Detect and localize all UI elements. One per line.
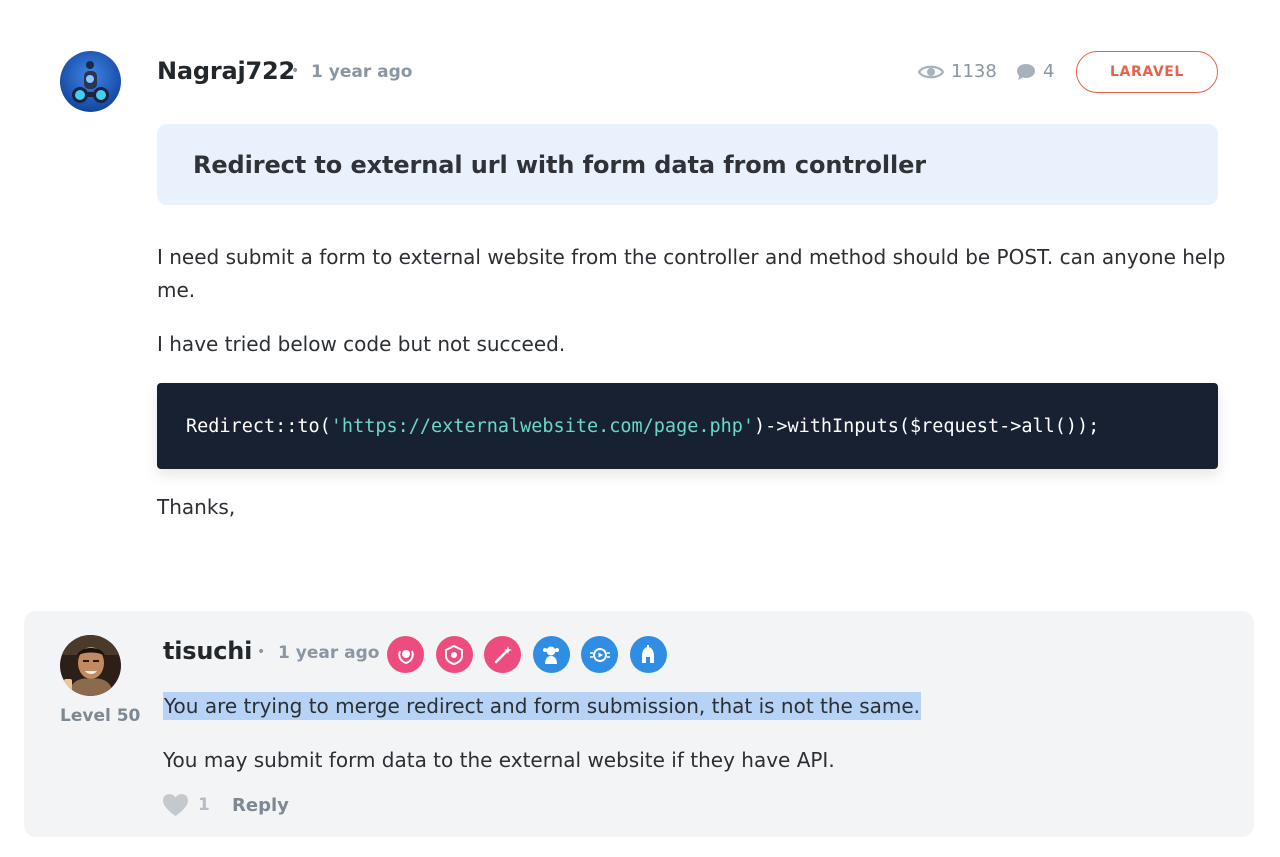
reply-text-paragraph: You may submit form data to the external… <box>163 748 835 772</box>
channel-tag-button[interactable]: LARAVEL <box>1076 51 1218 93</box>
like-count: 1 <box>198 795 210 815</box>
like-button[interactable]: 1 <box>162 793 210 817</box>
post-body-paragraph: I need submit a form to external website… <box>157 245 1226 302</box>
code-block: Redirect::to('https://externalwebsite.co… <box>157 383 1218 469</box>
code-string: 'https://externalwebsite.com/page.php' <box>330 415 755 437</box>
heart-icon <box>163 794 188 816</box>
separator-dot: • <box>291 63 300 79</box>
code-text: )->withInputs($request->all()); <box>754 415 1100 437</box>
views-value: 1138 <box>951 61 997 82</box>
spartan-helmet-badge-icon[interactable] <box>629 636 667 673</box>
reply-button[interactable]: Reply <box>232 795 289 816</box>
comment-icon <box>1017 63 1035 80</box>
replies-count: 4 <box>1016 61 1054 82</box>
reply-author-avatar[interactable] <box>60 635 121 696</box>
post-title: Redirect to external url with form data … <box>193 150 926 179</box>
replies-value: 4 <box>1043 61 1055 82</box>
reply-timestamp[interactable]: 1 year ago <box>278 643 379 663</box>
post-author-name[interactable]: Nagraj722 <box>157 57 295 85</box>
post-timestamp[interactable]: 1 year ago <box>311 62 412 82</box>
post-author-avatar[interactable] <box>60 51 121 112</box>
achievement-badges <box>387 636 667 673</box>
separator-dot: • <box>257 644 266 660</box>
laurel-badge-icon[interactable] <box>387 636 424 673</box>
views-count: 1138 <box>918 61 997 82</box>
reply-author-name[interactable]: tisuchi <box>163 637 252 665</box>
post-body-paragraph: Thanks, <box>157 495 236 519</box>
post-title-box: Redirect to external url with form data … <box>157 124 1218 205</box>
eye-icon <box>918 65 944 78</box>
reply-text-paragraph: You are trying to merge redirect and for… <box>163 692 922 720</box>
shield-badge-icon[interactable] <box>435 636 473 673</box>
character-badge-icon[interactable] <box>532 636 570 673</box>
play-badge-icon[interactable] <box>581 636 618 673</box>
code-text: Redirect::to( <box>186 415 331 437</box>
post-body-paragraph: I have tried below code but not succeed. <box>157 332 566 356</box>
magic-wand-badge-icon[interactable] <box>484 636 521 673</box>
user-level-label: Level 50 <box>60 706 141 726</box>
